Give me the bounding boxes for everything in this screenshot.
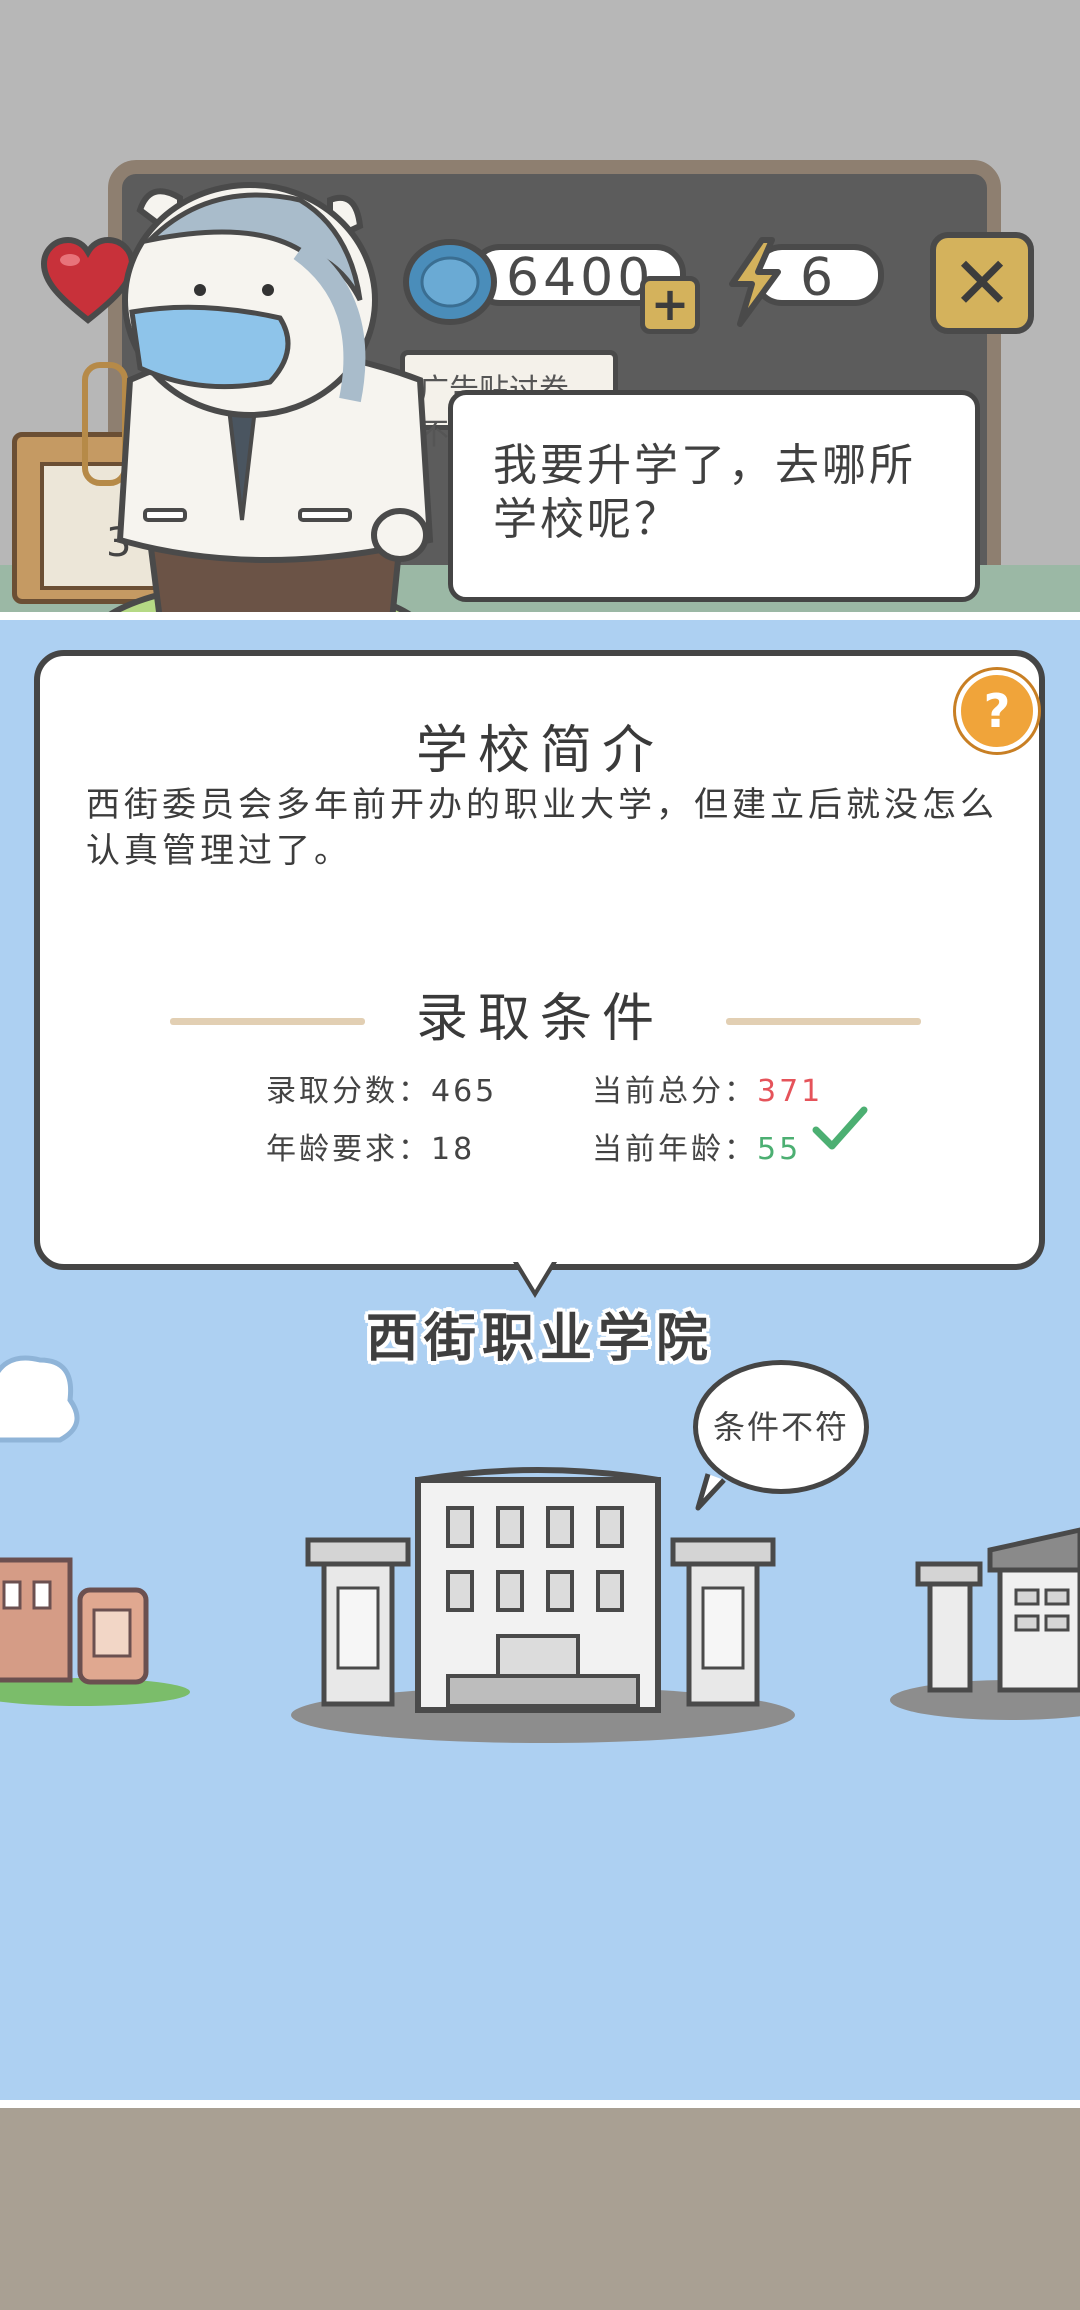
coin-count: 6400 [506, 248, 655, 308]
close-icon: ✕ [951, 241, 1013, 325]
required-score-row: 录取分数：465 [266, 1066, 497, 1110]
school-intro-title: 学校简介 [415, 721, 664, 781]
school-description: 西街委员会多年前开办的职业大学，但建立后就没怎么认真管理过了。 [86, 785, 998, 871]
required-age-row: 年龄要求：18 [266, 1124, 475, 1168]
current-age-value: 55 [757, 1132, 802, 1167]
energy-count: 6 [800, 248, 838, 308]
school-name-label: 西街职业学院 [365, 1309, 714, 1369]
left-school-building[interactable] [0, 1520, 200, 1710]
current-score-row: 当前总分：371 [592, 1066, 823, 1110]
close-button[interactable]: ✕ [930, 232, 1034, 334]
admission-requirements-title: 录取条件 [415, 989, 664, 1049]
plus-icon: + [650, 277, 690, 331]
card-pointer-fill [518, 1262, 552, 1290]
required-age-value: 18 [431, 1132, 476, 1167]
required-age-label: 年龄要求： [266, 1132, 431, 1167]
right-school-building[interactable] [890, 1490, 1080, 1720]
bottom-bar [0, 2100, 1080, 2310]
dialog-text: 我要升学了，去哪所学校呢？ [493, 440, 916, 545]
scene-divider [0, 612, 1080, 620]
add-coins-button[interactable]: + [640, 276, 700, 334]
status-text: 条件不符 [712, 1408, 849, 1446]
current-score-label: 当前总分： [592, 1074, 757, 1109]
current-age-row: 当前年龄：55 [592, 1124, 801, 1168]
status-bubble-tail [695, 1473, 726, 1511]
current-age-label: 当前年龄： [592, 1132, 757, 1167]
lightning-icon [729, 237, 781, 327]
school-info-card: 学校简介 西街委员会多年前开办的职业大学，但建立后就没怎么认真管理过了。 录取条… [34, 650, 1045, 1270]
required-score-value: 465 [431, 1074, 498, 1109]
character-speech-bubble: 我要升学了，去哪所学校呢？ [448, 390, 980, 602]
help-button[interactable]: ? [956, 670, 1038, 752]
required-score-label: 录取分数： [266, 1074, 431, 1109]
checkmark-icon [812, 1106, 868, 1150]
question-icon: ? [983, 684, 1011, 738]
